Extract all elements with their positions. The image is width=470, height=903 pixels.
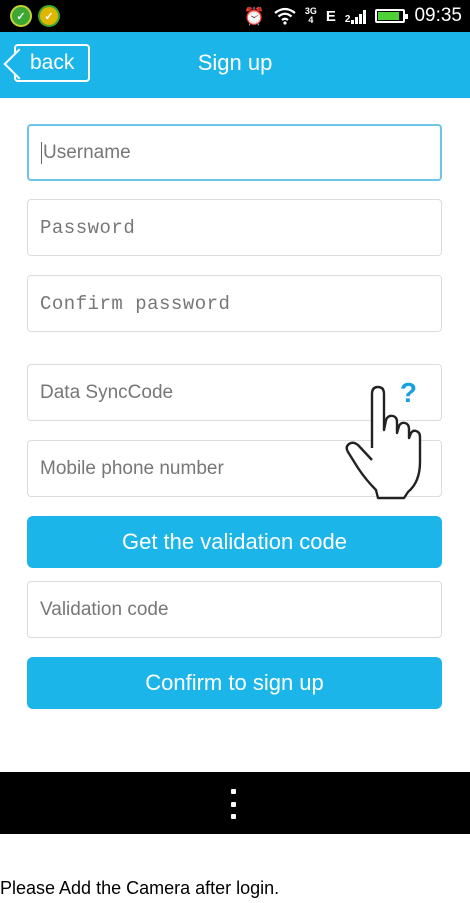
menu-dots-icon[interactable] (228, 789, 238, 819)
status-bar: ✓ ✓ ⏰ 3G 4 E 2 09:35 (0, 0, 470, 32)
confirm-sign-up-label: Confirm to sign up (145, 670, 324, 695)
password-placeholder: Password (40, 216, 136, 239)
username-field[interactable]: Username (27, 124, 442, 181)
validation-code-placeholder: Validation code (40, 598, 169, 620)
confirm-password-placeholder: Confirm password (40, 292, 231, 315)
username-placeholder: Username (43, 141, 131, 163)
get-validation-code-button[interactable]: Get the validation code (27, 516, 442, 568)
battery-icon (375, 9, 409, 23)
confirm-sign-up-button[interactable]: Confirm to sign up (27, 657, 442, 709)
system-icons: ⏰ 3G 4 E 2 09:35 (244, 4, 462, 28)
wifi-icon (274, 7, 296, 25)
app-bar: back Sign up (0, 32, 470, 98)
back-label: back (30, 51, 75, 74)
app-icon: ✓ (10, 5, 32, 27)
network-type: E (325, 7, 336, 25)
hand-pointer-icon (345, 385, 422, 500)
get-validation-code-label: Get the validation code (121, 529, 348, 554)
mobile-phone-placeholder: Mobile phone number (40, 457, 224, 479)
navigation-bar (0, 772, 470, 834)
text-cursor (41, 141, 42, 164)
app-icon: ✓ (38, 5, 60, 27)
password-field[interactable]: Password (27, 199, 442, 256)
confirm-password-field[interactable]: Confirm password (27, 275, 442, 332)
caption-text: Please Add the Camera after login. (0, 878, 280, 898)
signal-type-indicator: 3G 4 (304, 6, 317, 25)
data-synccode-placeholder: Data SyncCode (40, 381, 174, 403)
notification-icons: ✓ ✓ (10, 5, 60, 27)
signal-icon: 2 (345, 8, 367, 25)
clock: 09:35 (414, 5, 462, 26)
validation-code-field[interactable]: Validation code (27, 581, 442, 638)
alarm-icon: ⏰ (243, 6, 265, 26)
